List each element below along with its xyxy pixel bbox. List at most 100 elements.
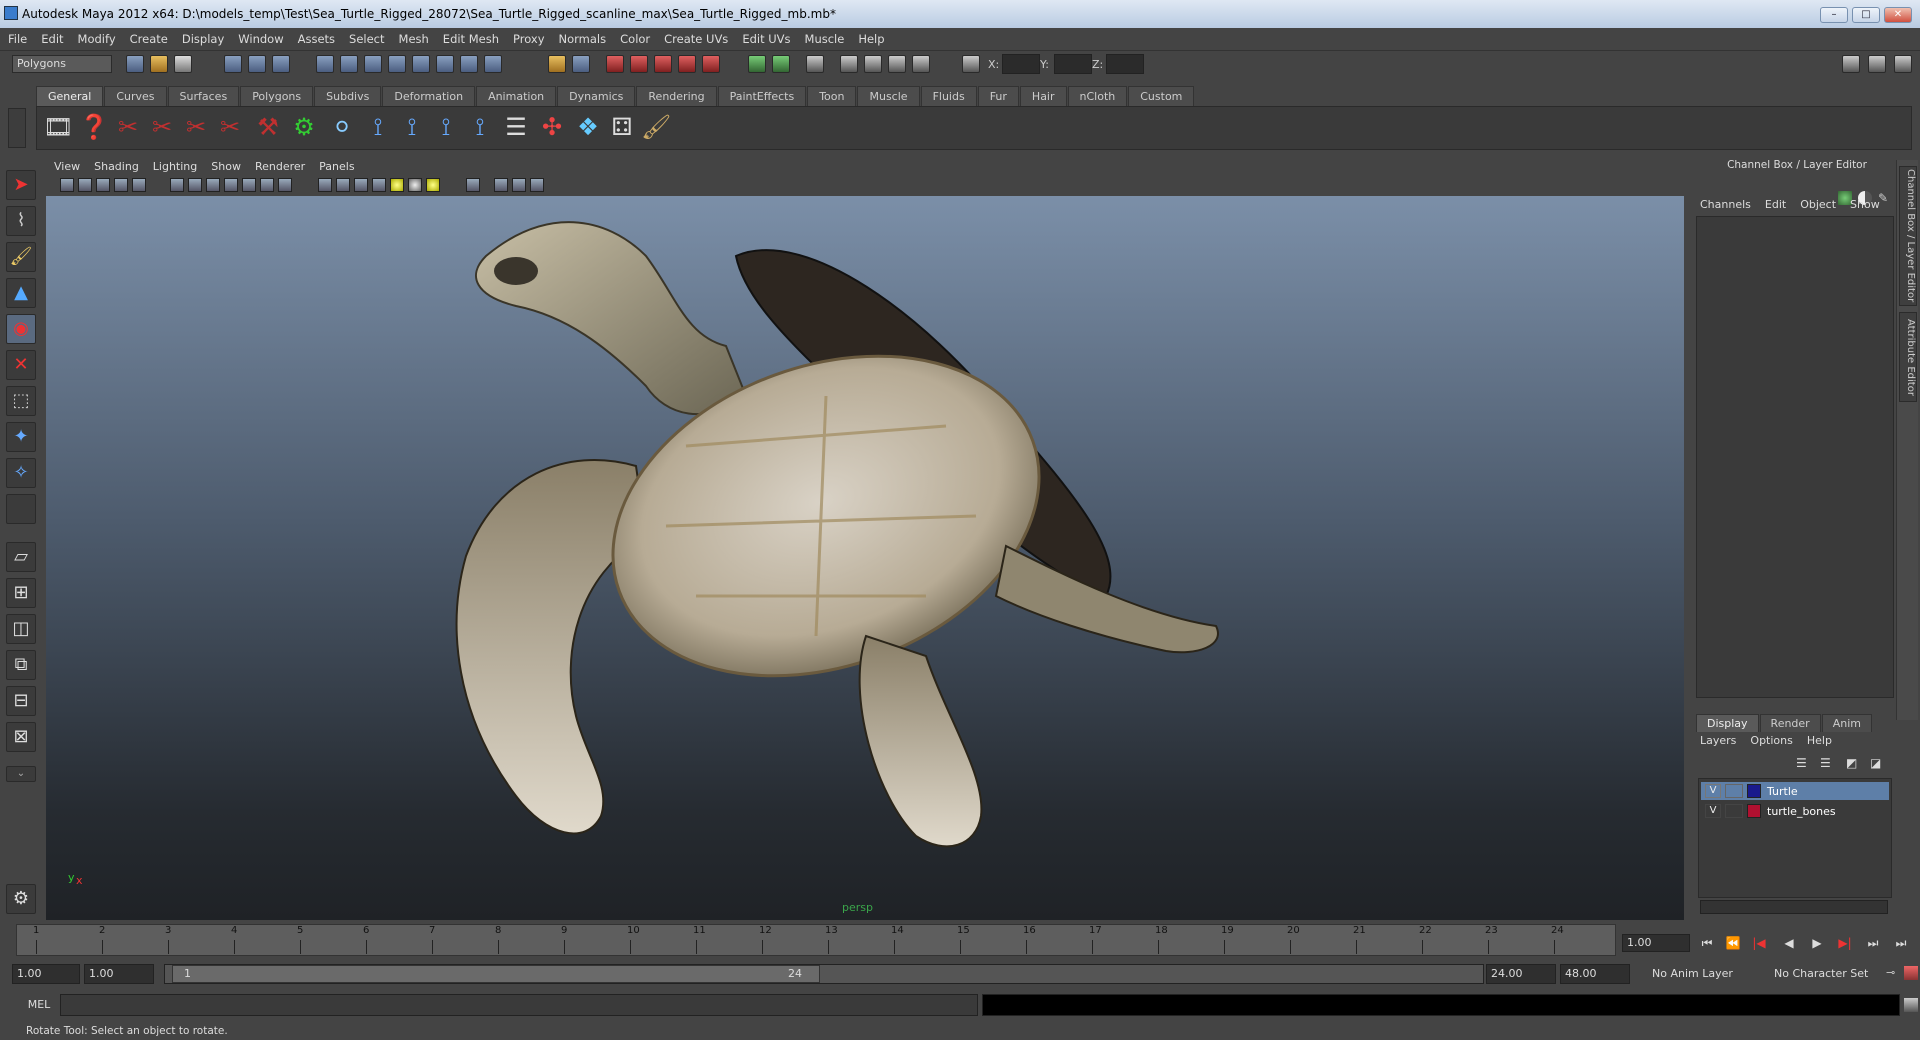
channel-box-menu-object[interactable]: Object — [1800, 198, 1836, 214]
single-perspective-layout-icon[interactable]: ▱ — [6, 542, 36, 572]
shelf-hypergraph-icon[interactable]: ❖ — [573, 112, 603, 142]
channel-box-toggle-icon[interactable] — [1894, 55, 1912, 73]
panel-menu-lighting[interactable]: Lighting — [153, 160, 197, 173]
persp-graph-layout-icon[interactable]: ⧉ — [6, 650, 36, 680]
layer-row-turtle[interactable]: V Turtle — [1701, 782, 1889, 800]
layer-menu-help[interactable]: Help — [1807, 734, 1832, 747]
menu-mesh[interactable]: Mesh — [399, 32, 429, 46]
hypershade-persp-layout-icon[interactable]: ⊟ — [6, 686, 36, 716]
new-scene-icon[interactable] — [126, 55, 144, 73]
universal-manipulator-icon[interactable]: ⬚ — [6, 386, 36, 416]
perspective-viewport[interactable] — [46, 196, 1684, 920]
high-quality-icon[interactable] — [530, 178, 544, 192]
script-editor-icon[interactable] — [1904, 998, 1918, 1012]
construction-history-icon[interactable] — [572, 55, 590, 73]
shelf-tab-deformation[interactable]: Deformation — [382, 86, 476, 106]
relative-transform-icon[interactable] — [962, 55, 980, 73]
isolate-select-icon[interactable] — [466, 178, 480, 192]
go-to-end-button[interactable]: ⏭ — [1890, 934, 1912, 952]
menu-normals[interactable]: Normals — [559, 32, 607, 46]
layer-tab-anim[interactable]: Anim — [1821, 714, 1872, 732]
shelf-tab-general[interactable]: General — [36, 86, 104, 106]
snap-live-icon[interactable] — [412, 55, 430, 73]
layer-color-swatch[interactable] — [1747, 804, 1761, 818]
layer-tab-render[interactable]: Render — [1759, 714, 1821, 732]
auto-key-icon[interactable]: ⊸ — [1886, 966, 1900, 980]
layer-move-down-icon[interactable]: ☰ — [1820, 756, 1836, 770]
side-tab-channel-box[interactable]: Channel Box / Layer Editor — [1899, 166, 1917, 306]
maximize-button[interactable]: □ — [1852, 7, 1880, 23]
field-chart-icon[interactable] — [242, 178, 256, 192]
sea-turtle-model[interactable] — [46, 196, 1684, 920]
layer-template-toggle[interactable] — [1725, 784, 1743, 798]
image-plane-icon[interactable] — [114, 178, 128, 192]
animation-start-field[interactable]: 1.00 — [12, 964, 80, 984]
menu-modify[interactable]: Modify — [78, 32, 116, 46]
rotate-tool-icon[interactable]: ◉ — [6, 314, 36, 344]
camera-attributes-icon[interactable] — [78, 178, 92, 192]
move-tool-icon[interactable]: ▲ — [6, 278, 36, 308]
bookmarks-icon[interactable] — [96, 178, 110, 192]
shelf-tab-hair[interactable]: Hair — [1019, 86, 1067, 106]
show-manipulator-icon[interactable]: ✧ — [6, 458, 36, 488]
show-attribute-editor-icon[interactable] — [840, 55, 858, 73]
snap-grid-icon[interactable] — [316, 55, 334, 73]
shelf-tab-curves[interactable]: Curves — [104, 86, 167, 106]
snap-plane-icon[interactable] — [388, 55, 406, 73]
grid-toggle-icon[interactable] — [170, 178, 184, 192]
shelf-tab-ncloth[interactable]: nCloth — [1067, 86, 1128, 106]
wireframe-icon[interactable] — [318, 178, 332, 192]
menu-create[interactable]: Create — [130, 32, 168, 46]
layer-color-swatch[interactable] — [1747, 784, 1761, 798]
channel-box-menu-show[interactable]: Show — [1850, 198, 1880, 214]
time-slider[interactable] — [16, 924, 1616, 956]
layer-list-scrollbar[interactable] — [1700, 900, 1888, 914]
wireframe-on-shaded-icon[interactable] — [354, 178, 368, 192]
shelf-move-icon[interactable]: ✂ — [147, 112, 177, 142]
playback-end-field[interactable]: 24.00 — [1486, 964, 1556, 984]
shelf-graph-editor-icon[interactable]: ✣ — [537, 112, 567, 142]
shelf-tab-muscle[interactable]: Muscle — [857, 86, 920, 106]
shelf-rotate-icon[interactable]: ✂ — [181, 112, 211, 142]
channel-box-menu-channels[interactable]: Channels — [1700, 198, 1751, 214]
playback-start-field[interactable]: 1.00 — [84, 964, 154, 984]
panel-menu-renderer[interactable]: Renderer — [255, 160, 305, 173]
preferences-icon[interactable] — [1904, 966, 1918, 980]
shelf-render-icon[interactable]: ⚃ — [607, 112, 637, 142]
menu-edit-uvs[interactable]: Edit UVs — [742, 32, 790, 46]
persp-graph-hypergraph-layout-icon[interactable]: ⊠ — [6, 722, 36, 752]
sidebar-toggle-icon[interactable] — [806, 55, 824, 73]
layer-menu-options[interactable]: Options — [1750, 734, 1792, 747]
scale-tool-icon[interactable]: ✕ — [6, 350, 36, 380]
x-input[interactable] — [1002, 54, 1040, 74]
step-back-key-button[interactable]: ⏪ — [1722, 934, 1744, 952]
step-forward-frame-button[interactable]: ▶| — [1834, 934, 1856, 952]
shelf-grip-handle[interactable] — [8, 108, 26, 148]
play-forwards-button[interactable]: ▶ — [1806, 934, 1828, 952]
menu-color[interactable]: Color — [620, 32, 650, 46]
animation-end-field[interactable]: 48.00 — [1560, 964, 1630, 984]
shelf-ik-handle-icon[interactable]: ⟟ — [397, 112, 427, 142]
film-gate-icon[interactable] — [188, 178, 202, 192]
save-scene-icon[interactable] — [174, 55, 192, 73]
xray-joints-icon[interactable] — [512, 178, 526, 192]
select-hierarchy-icon[interactable] — [224, 55, 242, 73]
character-set-dropdown[interactable]: No Character Set — [1774, 967, 1868, 980]
shelf-magnet-icon[interactable]: ⚒ — [253, 112, 283, 142]
history-icon[interactable] — [436, 55, 454, 73]
layer-tab-display[interactable]: Display — [1696, 714, 1759, 732]
command-input[interactable] — [60, 994, 978, 1016]
menu-proxy[interactable]: Proxy — [513, 32, 545, 46]
hypershade-icon[interactable] — [678, 55, 696, 73]
menu-file[interactable]: File — [8, 32, 27, 46]
shelf-tab-dynamics[interactable]: Dynamics — [557, 86, 636, 106]
shelf-tab-rendering[interactable]: Rendering — [636, 86, 717, 106]
transform-mode-icon[interactable] — [772, 55, 790, 73]
range-slider-handle[interactable] — [172, 965, 820, 983]
menu-help[interactable]: Help — [858, 32, 884, 46]
use-default-light-icon[interactable] — [390, 178, 404, 192]
menu-set-dropdown[interactable]: Polygons — [12, 55, 112, 73]
menu-muscle[interactable]: Muscle — [805, 32, 845, 46]
select-object-icon[interactable] — [248, 55, 266, 73]
shelf-tab-animation[interactable]: Animation — [476, 86, 557, 106]
